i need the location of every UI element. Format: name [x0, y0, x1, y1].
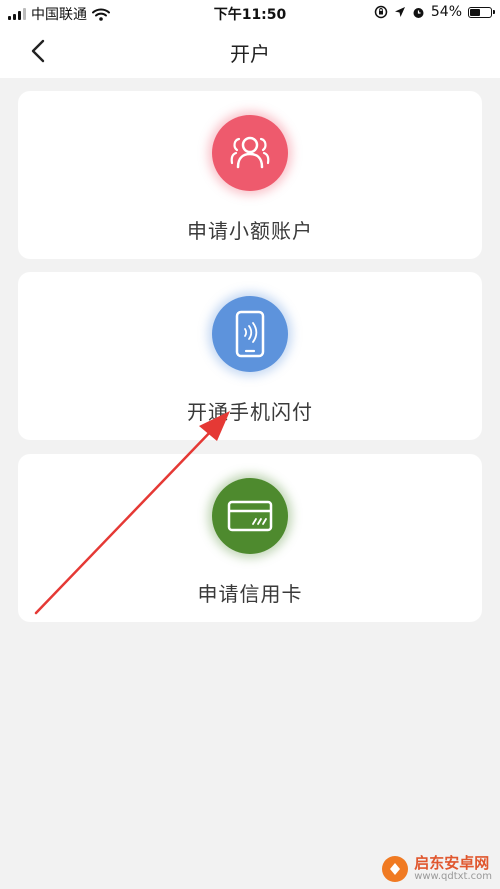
card-label: 申请信用卡: [197, 582, 303, 606]
watermark-text: 启东安卓网 www.qdtxt.com: [414, 855, 492, 883]
apply-credit-card-card[interactable]: 申请信用卡: [18, 454, 482, 622]
orientation-lock-icon: [374, 5, 388, 19]
battery-icon: [468, 6, 495, 18]
battery-level: [470, 8, 481, 16]
watermark-title: 启东安卓网: [414, 854, 490, 872]
card-label: 开通手机闪付: [187, 400, 313, 424]
watermark: 启东安卓网 www.qdtxt.com: [382, 855, 492, 883]
location-icon: [394, 7, 405, 17]
phone-nfc-icon: [212, 296, 288, 372]
apply-micro-account-card[interactable]: 申请小额账户: [18, 91, 482, 259]
page-title: 开户: [230, 42, 270, 66]
credit-card-icon: [212, 478, 288, 554]
watermark-url: www.qdtxt.com: [414, 871, 492, 882]
nav-bar: 开户: [0, 26, 500, 78]
watermark-logo-icon: [382, 856, 409, 882]
enable-quickpass-card[interactable]: 开通手机闪付: [18, 272, 482, 440]
status-bar: 中国联通 下午11:50 54%: [0, 0, 500, 26]
card-label: 申请小额账户: [187, 219, 313, 243]
status-right: 54%: [374, 4, 495, 20]
battery-percent: 54%: [430, 4, 462, 20]
users-icon: [212, 115, 288, 191]
alarm-icon: [413, 7, 424, 18]
